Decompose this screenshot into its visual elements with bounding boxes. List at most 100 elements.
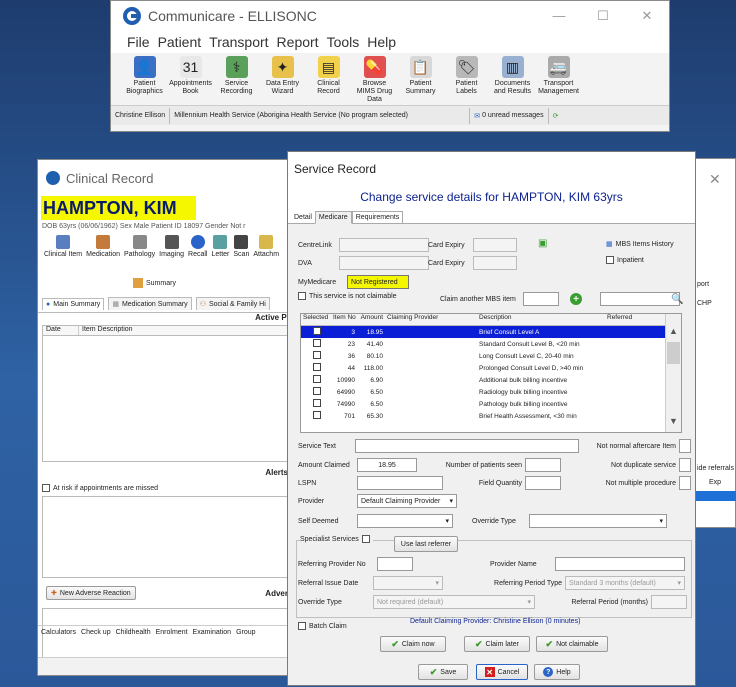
toolbar-wizard-button[interactable]: ✦ Data Entry Wizard (261, 53, 304, 105)
referral-issue-date-field[interactable] (373, 576, 443, 590)
toolbar-clinical-record-button[interactable]: ▤ Clinical Record (307, 53, 350, 105)
lspn-field[interactable] (357, 476, 443, 490)
col-item-no[interactable]: Item No (331, 314, 357, 325)
toolbar-person-button[interactable]: 👤 Patient Biographics (123, 53, 166, 105)
bottom-tab-childhealth[interactable]: Childhealth (116, 629, 151, 636)
col-selected[interactable]: Selected (301, 314, 331, 325)
service-text-field[interactable] (355, 439, 579, 453)
menu-patient[interactable]: Patient (158, 34, 202, 50)
toolbar-transport-button[interactable]: 🚐 Transport Management (537, 53, 580, 105)
tool-recall[interactable]: Recall (188, 235, 207, 273)
selected-checkbox[interactable] (313, 387, 321, 395)
card-expiry-field-1[interactable] (473, 238, 517, 252)
tool-imaging[interactable]: Imaging (159, 235, 184, 273)
status-messages[interactable]: ✉ 0 unread messages (470, 107, 549, 124)
tool-pathology[interactable]: Pathology (124, 235, 155, 273)
selected-checkbox[interactable] (313, 327, 321, 335)
mbs-history-row[interactable]: ▦ MBS Items History (606, 240, 674, 249)
table-row[interactable]: 701 65.30 Brief Health Assessment, <30 min (301, 410, 681, 422)
at-risk-checkbox[interactable] (42, 484, 50, 492)
menu-file[interactable]: File (127, 34, 150, 50)
not-multiple-checkbox[interactable] (679, 476, 691, 490)
toolbar-calendar-button[interactable]: 31 Appointments Book (169, 53, 212, 105)
refresh-icon[interactable]: ⟳ (549, 108, 563, 124)
row-checkbox[interactable] (301, 339, 331, 349)
tab-medicare[interactable]: Medicare (314, 211, 352, 224)
menu-help[interactable]: Help (367, 34, 396, 50)
help-button[interactable]: ? Help (534, 664, 580, 680)
table-scrollbar[interactable]: ▲ ▼ (665, 314, 681, 432)
bottom-tab-enrolment[interactable]: Enrolment (156, 629, 188, 636)
tool-letter[interactable]: Letter (211, 235, 229, 273)
col-description[interactable]: Description (477, 314, 605, 325)
scroll-down-icon[interactable]: ▼ (669, 416, 678, 426)
not-multiple-row[interactable]: Not multiple procedure (586, 476, 691, 490)
row-checkbox[interactable] (301, 399, 331, 409)
row-checkbox[interactable] (301, 363, 331, 373)
tab-requirements[interactable]: Requirements (351, 211, 404, 223)
search-icon[interactable]: 🔍 (671, 294, 683, 305)
self-deemed-select[interactable] (357, 514, 453, 528)
card-expiry-field-2[interactable] (473, 256, 517, 270)
toolbar-summary-button[interactable]: 📋 Patient Summary (399, 53, 442, 105)
not-claimable-checkbox[interactable] (298, 292, 306, 300)
referring-period-type-select[interactable]: Standard 3 months (default) (565, 576, 685, 590)
col-claiming-provider[interactable]: Claiming Provider (385, 314, 477, 325)
new-adverse-reaction-button[interactable]: ✚ New Adverse Reaction (46, 586, 136, 600)
table-row[interactable]: 36 80.10 Long Consult Level C, 20-40 min (301, 350, 681, 362)
row-checkbox[interactable] (301, 375, 331, 385)
row-checkbox[interactable] (301, 351, 331, 361)
table-row[interactable]: 74990 6.50 Pathology bulk billing incentiv… (301, 398, 681, 410)
inpatient-checkbox[interactable] (606, 256, 614, 264)
tool-clinical-item[interactable]: Clinical Item (44, 235, 82, 273)
row-checkbox[interactable] (301, 411, 331, 421)
bottom-tab-calculators[interactable]: Calculators (41, 629, 76, 636)
bottom-tab-examination[interactable]: Examination (193, 629, 232, 636)
claim-another-field[interactable] (523, 292, 559, 306)
toolbar-service-recording-button[interactable]: ⚕ Service Recording (215, 53, 258, 105)
col-date[interactable]: Date (43, 326, 79, 335)
col-referred[interactable]: Referred (605, 314, 647, 325)
close-icon[interactable]: ✕ (709, 171, 721, 188)
tab-detail[interactable]: Detail (291, 212, 315, 223)
selected-checkbox[interactable] (313, 363, 321, 371)
toolbar-labels-button[interactable]: 🏷 Patient Labels (445, 53, 488, 105)
bottom-tab-group[interactable]: Group (236, 629, 255, 636)
cancel-button[interactable]: ✕ Cancel (476, 664, 528, 680)
menu-tools[interactable]: Tools (327, 34, 360, 50)
provider-select[interactable]: Default Claiming Provider (357, 494, 457, 508)
selected-checkbox[interactable] (313, 339, 321, 347)
referral-period-months-field[interactable] (651, 595, 687, 609)
maximize-button[interactable]: ☐ (581, 8, 625, 24)
override-type2-select[interactable]: Not required (default) (373, 595, 535, 609)
claim-now-button[interactable]: ✔ Claim now (380, 636, 446, 652)
tool-scan[interactable]: Scan (233, 235, 249, 273)
not-normal-aftercare-row[interactable]: Not normal aftercare Item (588, 439, 691, 453)
field-quantity-field[interactable] (525, 476, 561, 490)
right-selected-row[interactable] (695, 491, 736, 501)
patients-seen-field[interactable] (525, 458, 561, 472)
toolbar-documents-button[interactable]: ▥ Documents and Results (491, 53, 534, 105)
inpatient-row[interactable]: Inpatient (606, 256, 644, 264)
row-checkbox[interactable] (301, 387, 331, 397)
tab-social-family[interactable]: ⚇ Social & Family Hi (195, 297, 270, 310)
table-row[interactable]: 3 18.95 Brief Consult Level A (301, 326, 681, 338)
tab-medication-summary[interactable]: ▦ Medication Summary (108, 297, 192, 310)
specialist-services-checkbox[interactable] (361, 535, 370, 543)
claim-later-button[interactable]: ✔ Claim later (464, 636, 530, 652)
close-button[interactable]: ✕ (625, 8, 669, 24)
table-row[interactable]: 23 41.40 Standard Consult Level B, <20 min (301, 338, 681, 350)
not-duplicate-checkbox[interactable] (679, 458, 691, 472)
table-row[interactable]: 64990 6.50 Radiology bulk billing incentiv… (301, 386, 681, 398)
toolbar-pill-button[interactable]: 💊 Browse MIMS Drug Data (353, 53, 396, 105)
not-duplicate-row[interactable]: Not duplicate service (586, 458, 691, 472)
scroll-thumb[interactable] (667, 342, 680, 364)
menu-report[interactable]: Report (277, 34, 319, 50)
centrelink-field[interactable] (339, 238, 429, 252)
col-amount[interactable]: Amount (357, 314, 385, 325)
selected-checkbox[interactable] (313, 399, 321, 407)
table-row[interactable]: 10990 6.90 Additional bulk billing incenti… (301, 374, 681, 386)
save-button[interactable]: ✔ Save (418, 664, 468, 680)
tool-medication[interactable]: Medication (86, 235, 120, 273)
bottom-tab-checkup[interactable]: Check up (81, 629, 111, 636)
